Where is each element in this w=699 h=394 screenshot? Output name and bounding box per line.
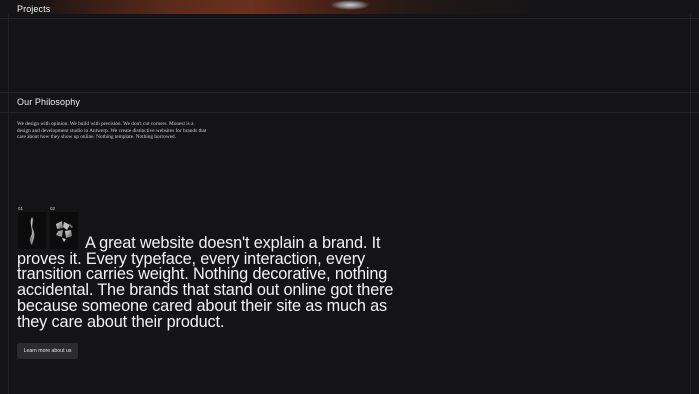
page: Projects Our Philosophy We design with o… [0,0,699,394]
banner-highlight [330,0,370,10]
divider [0,92,699,93]
thumbnail-number: 01 [18,206,24,211]
thumbnail-number: 02 [50,206,56,211]
projects-heading: Projects [17,4,51,14]
philosophy-statement: A great website doesn't explain a brand.… [17,234,394,331]
philosophy-intro-text: We design with opinion. We build with pr… [17,121,207,141]
divider [0,112,699,113]
divider [0,18,699,19]
learn-more-button[interactable]: Learn more about us [17,343,78,359]
philosophy-heading: Our Philosophy [17,97,80,107]
project-banner-image[interactable] [0,0,699,14]
guide-line-left [8,0,9,394]
guide-line-right [690,0,691,394]
